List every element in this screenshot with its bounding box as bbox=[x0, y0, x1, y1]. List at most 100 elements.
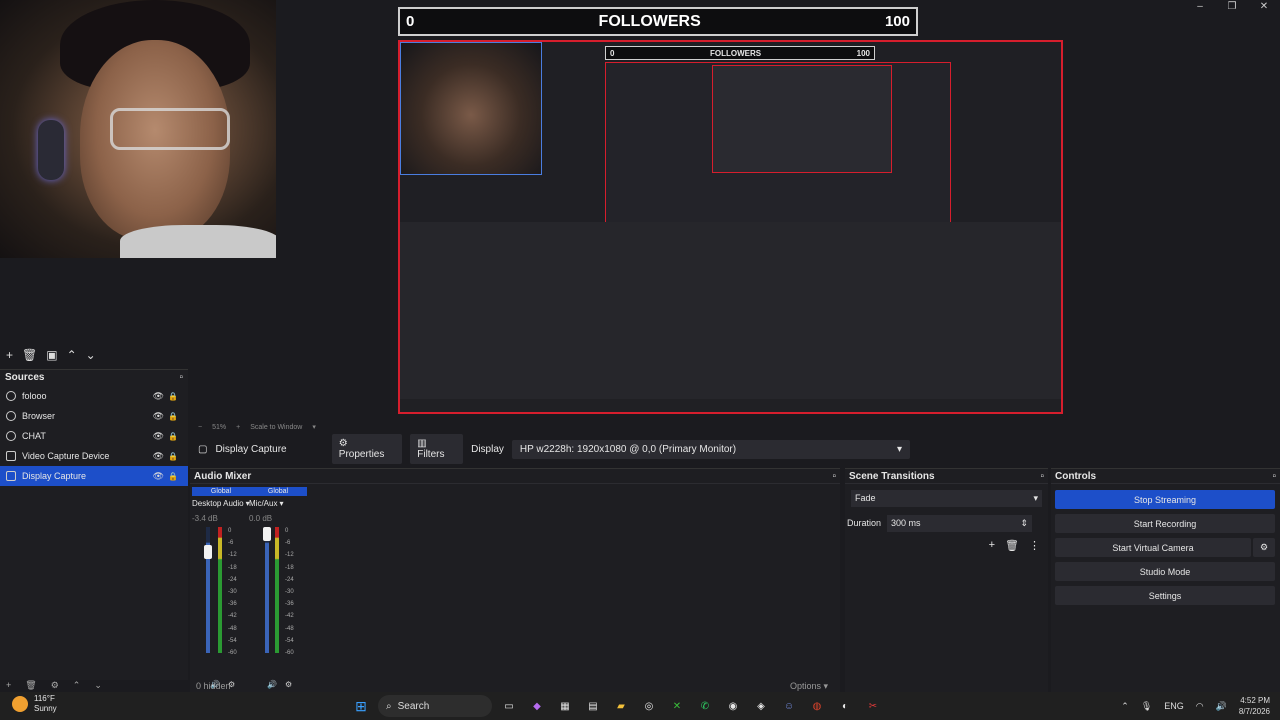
start-recording-button[interactable]: Start Recording bbox=[1055, 514, 1275, 533]
filter-icon[interactable]: ▣ bbox=[46, 348, 57, 362]
undock-icon[interactable]: ▫ bbox=[832, 471, 836, 482]
move-up-icon[interactable]: ⌃ bbox=[67, 348, 77, 362]
transition-select[interactable]: Fade ▾ bbox=[851, 490, 1042, 507]
webcam-glasses bbox=[110, 108, 230, 150]
trash-icon[interactable]: 🗑 bbox=[22, 348, 37, 362]
monitor-icon: ▢ bbox=[198, 443, 208, 455]
lock-icon[interactable]: 🔒 bbox=[168, 452, 178, 461]
volume-slider-track[interactable] bbox=[265, 527, 269, 653]
followers-title: FOLLOWERS bbox=[598, 12, 701, 30]
close-button[interactable]: ✕ bbox=[1248, 0, 1280, 14]
obs-icon[interactable]: ◐ bbox=[834, 695, 856, 717]
chevron-down-icon: ▾ bbox=[1033, 493, 1038, 503]
source-item-chat[interactable]: CHAT 👁 🔒 bbox=[0, 426, 188, 446]
steam-icon[interactable]: ◉ bbox=[722, 695, 744, 717]
visibility-eye-icon[interactable]: 👁 bbox=[153, 411, 164, 422]
openai-icon[interactable]: ◎ bbox=[638, 695, 660, 717]
lock-icon[interactable]: 🔒 bbox=[168, 472, 178, 481]
webcam-shirt bbox=[120, 225, 276, 258]
wifi-icon[interactable]: ◠ bbox=[1196, 701, 1204, 712]
task-view-icon[interactable]: ▭ bbox=[498, 695, 520, 717]
display-capture-source[interactable]: 0 FOLLOWERS 100 bbox=[398, 40, 1063, 414]
visibility-eye-icon[interactable]: 👁 bbox=[153, 431, 164, 442]
trash-icon[interactable]: 🗑 bbox=[1005, 539, 1019, 552]
xbox-icon[interactable]: ✕ bbox=[666, 695, 688, 717]
taskbar-search[interactable]: ⌕ Search bbox=[378, 695, 492, 717]
display-select[interactable]: HP w2228h: 1920x1080 @ 0,0 (Primary Moni… bbox=[511, 439, 910, 459]
display-value: HP w2228h: 1920x1080 @ 0,0 (Primary Moni… bbox=[519, 443, 737, 455]
add-source-icon[interactable]: + bbox=[6, 680, 11, 692]
mixer-options[interactable]: Options ▾ bbox=[790, 681, 828, 692]
properties-button[interactable]: ⚙ Properties bbox=[331, 434, 403, 464]
lock-icon[interactable]: 🔒 bbox=[168, 412, 178, 421]
db-tick-label: -18 bbox=[285, 564, 294, 571]
zoom-minus-icon[interactable]: − bbox=[198, 424, 202, 431]
file-explorer-icon[interactable]: ▰ bbox=[610, 695, 632, 717]
virtual-camera-gear-icon[interactable]: ⚙ bbox=[1253, 538, 1275, 557]
filters-label: Filters bbox=[417, 449, 445, 460]
undock-icon[interactable]: ▫ bbox=[179, 372, 183, 384]
lock-icon[interactable]: 🔒 bbox=[168, 432, 178, 441]
stepper-icon[interactable]: ⇕ bbox=[1020, 518, 1028, 529]
db-tick-label: -12 bbox=[228, 552, 237, 559]
source-properties-icon[interactable]: ⚙ bbox=[51, 680, 59, 692]
source-up-icon[interactable]: ⌃ bbox=[73, 680, 81, 692]
channel-name[interactable]: Mic/Aux ▾ bbox=[249, 499, 307, 508]
chevron-down-icon: ▾ bbox=[279, 499, 284, 508]
language-indicator[interactable]: ENG bbox=[1164, 701, 1184, 711]
windows-start-icon[interactable]: ⊞ bbox=[350, 695, 372, 717]
tray-overflow-icon[interactable]: ⌃ bbox=[1121, 701, 1129, 712]
epic-games-icon[interactable]: ◈ bbox=[750, 695, 772, 717]
terminal-icon[interactable]: ▤ bbox=[582, 695, 604, 717]
visibility-eye-icon[interactable]: 👁 bbox=[153, 471, 164, 482]
snipping-tool-icon[interactable]: ✂ bbox=[862, 695, 884, 717]
source-item-folooo[interactable]: folooo 👁 🔒 bbox=[0, 386, 188, 406]
webcam-source[interactable] bbox=[0, 0, 276, 258]
chrome-icon[interactable]: ◍ bbox=[806, 695, 828, 717]
volume-fader[interactable] bbox=[204, 545, 212, 560]
copilot-icon[interactable]: ◆ bbox=[526, 695, 548, 717]
undock-icon[interactable]: ▫ bbox=[1272, 471, 1276, 482]
studio-mode-button[interactable]: Studio Mode bbox=[1055, 562, 1275, 581]
source-item-browser[interactable]: Browser 👁 🔒 bbox=[0, 406, 188, 426]
channel-name[interactable]: Desktop Audio ▾ bbox=[192, 499, 250, 508]
volume-icon[interactable]: 🔊 bbox=[1216, 701, 1227, 712]
transition-value: Fade bbox=[855, 493, 876, 503]
hidden-count[interactable]: 0 hidden bbox=[196, 681, 231, 691]
filters-button[interactable]: ▥ Filters bbox=[410, 434, 464, 464]
followers-goal-bar[interactable]: 0 FOLLOWERS 100 bbox=[398, 7, 918, 36]
microphone-icon[interactable]: 🎙 bbox=[1141, 701, 1152, 712]
source-down-icon[interactable]: ⌄ bbox=[94, 680, 102, 692]
duration-row: Duration 300 ms ⇕ bbox=[847, 514, 1043, 532]
display-label: Display bbox=[471, 443, 504, 455]
more-menu-icon[interactable]: ⋮ bbox=[1029, 539, 1040, 552]
sources-header: Sources ▫ bbox=[0, 370, 188, 386]
move-down-icon[interactable]: ⌄ bbox=[86, 348, 96, 362]
remove-source-icon[interactable]: 🗑 bbox=[25, 680, 36, 692]
source-item-video-capture-device[interactable]: Video Capture Device 👁 🔒 bbox=[0, 446, 188, 466]
weather-widget[interactable]: 116°F Sunny bbox=[12, 694, 57, 714]
add-transition-icon[interactable]: + bbox=[989, 539, 995, 552]
add-icon[interactable]: + bbox=[6, 348, 13, 362]
undock-icon[interactable]: ▫ bbox=[1040, 471, 1044, 482]
discord-icon[interactable]: ☺ bbox=[778, 695, 800, 717]
source-item-display-capture[interactable]: Display Capture 👁 🔒 bbox=[0, 466, 188, 486]
minimize-button[interactable]: – bbox=[1184, 0, 1216, 14]
windows-taskbar: 116°F Sunny ⊞ ⌕ Search ▭ ◆ ▦ ▤ ▰ ◎ ✕ ✆ ◉ ◈… bbox=[0, 692, 1280, 720]
lock-icon[interactable]: 🔒 bbox=[168, 392, 178, 401]
clock[interactable]: 4:52 PM 8/7/2026 bbox=[1239, 695, 1270, 717]
start-virtual-camera-button[interactable]: Start Virtual Camera bbox=[1055, 538, 1251, 557]
duration-input[interactable]: 300 ms ⇕ bbox=[887, 514, 1033, 532]
store-icon[interactable]: ▦ bbox=[554, 695, 576, 717]
whatsapp-icon[interactable]: ✆ bbox=[694, 695, 716, 717]
volume-fader[interactable] bbox=[263, 527, 271, 541]
restore-button[interactable]: ❐ bbox=[1216, 0, 1248, 14]
scale-mode[interactable]: Scale to Window bbox=[250, 424, 302, 431]
zoom-plus-icon[interactable]: + bbox=[236, 424, 240, 431]
visibility-eye-icon[interactable]: 👁 bbox=[153, 391, 164, 402]
settings-button[interactable]: Settings bbox=[1055, 586, 1275, 605]
visibility-eye-icon[interactable]: 👁 bbox=[153, 451, 164, 462]
scale-mode-dropdown-icon[interactable]: ▾ bbox=[312, 423, 316, 431]
transition-tools: + 🗑 ⋮ bbox=[989, 539, 1040, 552]
stop-streaming-button[interactable]: Stop Streaming bbox=[1055, 490, 1275, 509]
